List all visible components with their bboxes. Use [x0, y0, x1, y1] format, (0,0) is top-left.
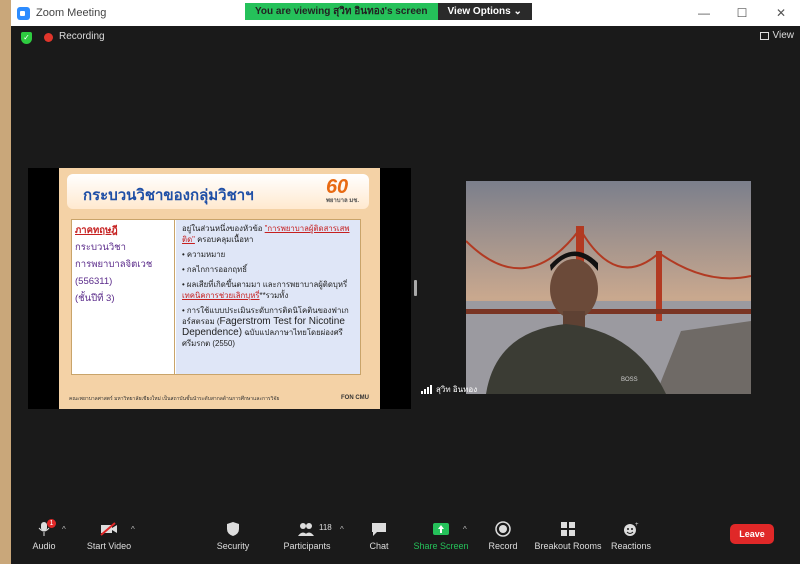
- recording-label: Recording: [59, 31, 105, 42]
- encryption-shield-icon[interactable]: ✓: [21, 32, 32, 44]
- course-heading: ภาคทฤษฎี: [75, 225, 118, 236]
- content-bullet: • กลไกการออกฤทธิ์: [182, 265, 248, 274]
- svg-text:+: +: [635, 522, 639, 528]
- shared-screen: กระบวนวิชาของกลุ่มวิชาฯ 60 พยาบาล มช. ภาค…: [28, 168, 411, 409]
- chat-label: Chat: [369, 541, 389, 551]
- breakout-rooms-icon: [561, 522, 575, 536]
- content-column: อยู่ในส่วนหนึ่งของหัวข้อ "การพยาบาลผู้ติ…: [176, 220, 360, 374]
- zoom-logo-icon: [17, 6, 30, 20]
- content-intro: อยู่ในส่วนหนึ่งของหัวข้อ "การพยาบาลผู้ติ…: [182, 224, 350, 244]
- audio-badge: 1: [47, 519, 56, 528]
- audio-options-caret-icon[interactable]: ^: [62, 525, 66, 534]
- slide-title: กระบวนวิชาของกลุ่มวิชาฯ: [83, 187, 254, 204]
- view-button[interactable]: View: [759, 30, 794, 41]
- recording-dot-icon: [44, 33, 53, 42]
- content-bullet: • ผลเสียที่เกิดขึ้นตามมา และการพยาบาลผู้…: [182, 280, 348, 300]
- meeting-top-bar: ✓ Recording View: [11, 26, 800, 50]
- course-line: การพยาบาลจิตเวช: [75, 259, 153, 270]
- participant-video: BOSS: [466, 181, 751, 394]
- breakout-rooms-button[interactable]: Breakout Rooms: [532, 512, 604, 564]
- security-button[interactable]: Security: [203, 512, 263, 564]
- course-line: (556311): [75, 276, 113, 287]
- minimize-icon[interactable]: —: [687, 0, 721, 26]
- signal-bars-icon: [421, 385, 432, 394]
- zoom-window: Zoom Meeting You are viewing สุวิท อินทอ…: [11, 0, 800, 564]
- participants-options-caret-icon[interactable]: ^: [340, 525, 344, 534]
- breakout-rooms-label: Breakout Rooms: [534, 541, 602, 551]
- participants-icon: [298, 523, 314, 536]
- chat-bubble-icon: [372, 523, 386, 536]
- split-view-handle[interactable]: [414, 280, 417, 296]
- leave-button[interactable]: Leave: [730, 524, 774, 544]
- record-icon: [495, 521, 511, 537]
- start-video-label: Start Video: [86, 541, 132, 551]
- slide-table: ภาคทฤษฎี กระบวนวิชา การพยาบาลจิตเวช (556…: [71, 219, 361, 375]
- maximize-icon[interactable]: ☐: [725, 0, 759, 26]
- record-button[interactable]: Record: [473, 512, 533, 564]
- grid-view-icon: [759, 31, 769, 40]
- video-frame: BOSS: [466, 181, 751, 394]
- participant-name-tag: สุวิท อินทอง: [421, 383, 477, 396]
- view-options-button[interactable]: View Options ⌄: [437, 3, 532, 20]
- anniversary-logo: 60 พยาบาล มช.: [325, 176, 359, 204]
- participant-name: สุวิท อินทอง: [436, 385, 478, 394]
- viewing-label: You are viewing สุวิท อินทอง's screen: [245, 3, 438, 20]
- shirt-logo: BOSS: [621, 377, 638, 383]
- participants-button[interactable]: 118 Participants: [277, 512, 337, 564]
- reactions-button[interactable]: + Reactions: [601, 512, 661, 564]
- slide-footer: คณะพยาบาลศาสตร์ มหาวิทยาลัยเชียงใหม่ เป็…: [69, 395, 369, 403]
- reactions-label: Reactions: [610, 541, 652, 551]
- share-screen-label: Share Screen: [413, 541, 469, 551]
- record-label: Record: [488, 541, 518, 551]
- content-bullet: • การใช้แบบประเมินระดับการติดนิโคตินของฟ…: [182, 306, 349, 348]
- chat-button[interactable]: Chat: [349, 512, 409, 564]
- course-line: (ชั้นปีที่ 3): [75, 293, 115, 304]
- meeting-toolbar: 1 Audio ^ Start Video ^ Security 118 Par…: [11, 512, 800, 564]
- course-line: กระบวนวิชา: [75, 242, 126, 253]
- chevron-down-icon: ⌄: [513, 6, 522, 17]
- reactions-smiley-icon: +: [624, 522, 639, 536]
- viewing-banner: You are viewing สุวิท อินทอง's screen Vi…: [245, 3, 532, 20]
- security-label: Security: [216, 541, 250, 551]
- slide-header: กระบวนวิชาของกลุ่มวิชาฯ 60 พยาบาล มช.: [67, 174, 369, 209]
- slide-footer-brand: FON CMU: [341, 395, 369, 401]
- share-screen-button[interactable]: Share Screen: [411, 512, 471, 564]
- slide-footer-text: คณะพยาบาลศาสตร์ มหาวิทยาลัยเชียงใหม่ เป็…: [69, 396, 280, 402]
- share-options-caret-icon[interactable]: ^: [463, 525, 467, 534]
- participants-label: Participants: [283, 541, 331, 551]
- course-column: ภาคทฤษฎี กระบวนวิชา การพยาบาลจิตเวช (556…: [72, 220, 175, 374]
- presentation-slide: กระบวนวิชาของกลุ่มวิชาฯ 60 พยาบาล มช. ภาค…: [59, 168, 380, 409]
- security-shield-icon: [227, 522, 239, 536]
- audio-button[interactable]: 1 Audio: [14, 512, 74, 564]
- video-off-icon: [100, 522, 117, 536]
- close-icon[interactable]: ✕: [764, 0, 798, 26]
- window-title: Zoom Meeting: [36, 7, 107, 19]
- audio-label: Audio: [32, 541, 56, 551]
- start-video-button[interactable]: Start Video: [79, 512, 139, 564]
- content-bullet: • ความหมาย: [182, 250, 226, 259]
- video-options-caret-icon[interactable]: ^: [131, 525, 135, 534]
- participants-count: 118: [319, 523, 332, 532]
- share-screen-icon: [433, 523, 449, 535]
- title-bar: Zoom Meeting You are viewing สุวิท อินทอ…: [11, 0, 800, 26]
